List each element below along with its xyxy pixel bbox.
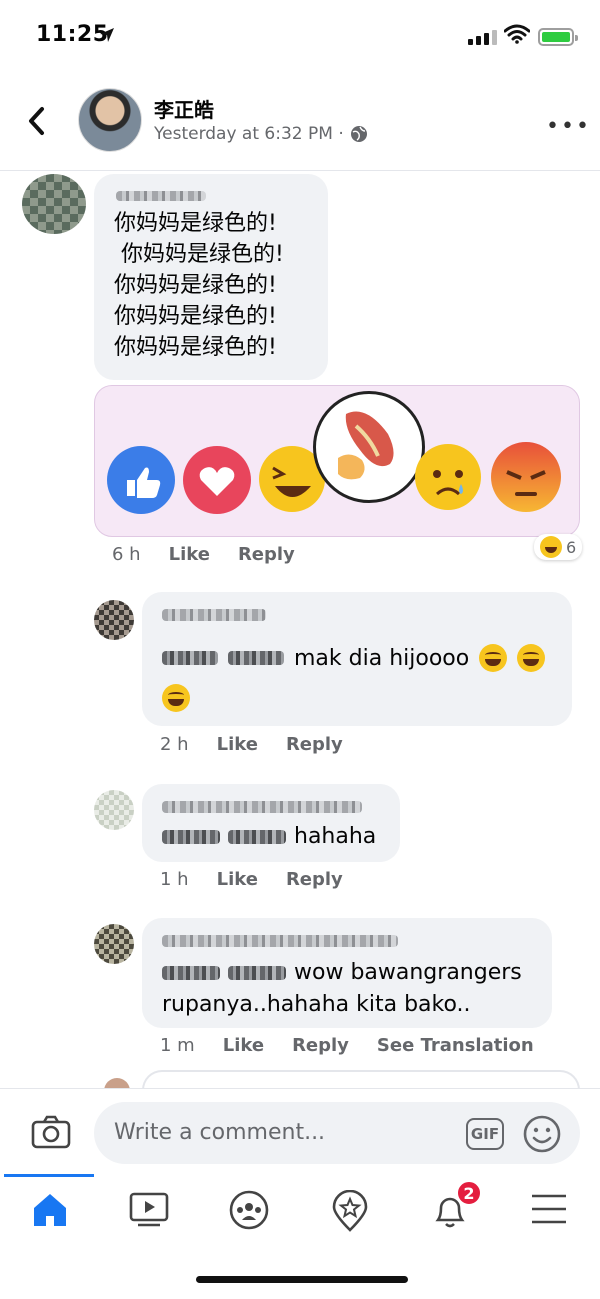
love-reaction-icon [183,446,251,514]
like-button[interactable]: Like [169,544,210,565]
mention-blurred [228,965,286,980]
replier-name-blurred [162,606,266,625]
reply-text: hahaha [294,824,377,849]
post-timestamp: Yesterday at 6:32 PM · [154,124,368,144]
author-name[interactable]: 李正皓 [154,94,214,123]
rofl-emoji-icon [162,684,190,712]
reply-text: wow bawangrangers [294,960,522,985]
comment-line: 你妈妈是绿色的! [114,273,277,298]
rofl-emoji-icon [479,644,508,672]
comment-time: 6 h [112,544,141,565]
wifi-icon [504,24,530,44]
reaction-count-value: 6 [566,537,577,557]
emoji-icon[interactable] [522,1114,562,1154]
reply-actions: 1 h Like Reply [160,869,343,890]
reply-button[interactable]: Reply [238,544,295,565]
back-icon[interactable] [26,106,48,136]
reply-button[interactable]: Reply [286,869,343,890]
author-avatar[interactable] [78,88,142,152]
header-divider [0,170,600,171]
reply-time: 1 m [160,1035,195,1056]
reply-avatar[interactable] [94,600,134,640]
slipper-reaction-icon [313,391,425,503]
reply-time: 2 h [160,734,189,755]
comment-line: 你妈妈是绿色的! [114,335,277,360]
notification-badge: 2 [456,1180,482,1206]
angry-reaction-icon [491,442,561,512]
reply-text-line: mak dia hijoooo [162,644,546,672]
reply-button[interactable]: Reply [286,734,343,755]
gif-button[interactable]: GIF [466,1118,504,1150]
reply-button[interactable]: Reply [292,1035,349,1056]
comment-actions: 6 h Like Reply [112,544,295,565]
reply-text: rupanya..hahaha kita bako.. [162,992,471,1017]
active-tab-indicator [4,1174,94,1177]
replier-name-blurred [162,798,362,817]
haha-reaction-icon [540,536,562,558]
post-timestamp-text: Yesterday at 6:32 PM · [154,124,344,144]
comment-line: 你妈妈是绿色的! [114,242,284,267]
reply-text-line: wow bawangrangers [162,960,522,985]
like-button[interactable]: Like [217,734,258,755]
comment-text: 你妈妈是绿色的! 你妈妈是绿色的! 你妈妈是绿色的! 你妈妈是绿色的! 你妈妈是… [114,208,284,363]
reply-time: 1 h [160,869,189,890]
reply-avatar[interactable] [94,924,134,964]
reply-bubble: hahaha [142,784,400,862]
cellular-signal-icon [468,30,497,45]
sad-reaction-icon [415,444,481,510]
comment-line: 你妈妈是绿色的! [114,211,277,236]
reply-text-line: hahaha [162,824,376,849]
globe-icon [350,126,367,142]
camera-icon[interactable] [30,1114,72,1150]
reply-emoji-line [162,684,190,712]
commenter-avatar[interactable] [22,174,86,234]
home-tab-icon[interactable] [30,1190,70,1228]
comment-bubble: 你妈妈是绿色的! 你妈妈是绿色的! 你妈妈是绿色的! 你妈妈是绿色的! 你妈妈是… [94,174,328,380]
comment-line: 你妈妈是绿色的! [114,304,277,329]
compose-divider [0,1088,600,1089]
reaction-count[interactable]: 6 [534,534,583,560]
mention-blurred [162,651,218,665]
comment-input-placeholder[interactable]: Write a comment... [114,1120,325,1145]
groups-tab-icon[interactable] [228,1190,270,1230]
pages-tab-icon[interactable] [330,1190,370,1232]
see-translation-link[interactable]: See Translation [377,1035,534,1056]
like-button[interactable]: Like [217,869,258,890]
watch-tab-icon[interactable] [128,1190,170,1228]
reply-avatar[interactable] [94,790,134,830]
mention-blurred [228,829,286,844]
comment-image-reactions[interactable] [94,385,580,537]
reply-bubble: wow bawangrangers rupanya..hahaha kita b… [142,918,552,1028]
reply-actions: 1 m Like Reply See Translation [160,1035,534,1056]
more-options-icon[interactable]: ••• [546,114,591,139]
mention-blurred [228,651,284,665]
reply-text: mak dia hijoooo [294,645,470,671]
reply-actions: 2 h Like Reply [160,734,343,755]
mention-blurred [162,965,220,980]
mention-blurred [162,829,220,844]
home-indicator [196,1276,408,1283]
battery-icon [538,28,578,46]
like-reaction-icon [107,446,175,514]
location-arrow-icon [100,28,114,42]
rofl-emoji-icon [517,644,546,672]
like-button[interactable]: Like [223,1035,264,1056]
reply-bubble: mak dia hijoooo [142,592,572,726]
commenter-name-blurred [116,186,206,205]
replier-name-blurred [162,932,398,951]
menu-tab-icon[interactable] [530,1192,568,1226]
